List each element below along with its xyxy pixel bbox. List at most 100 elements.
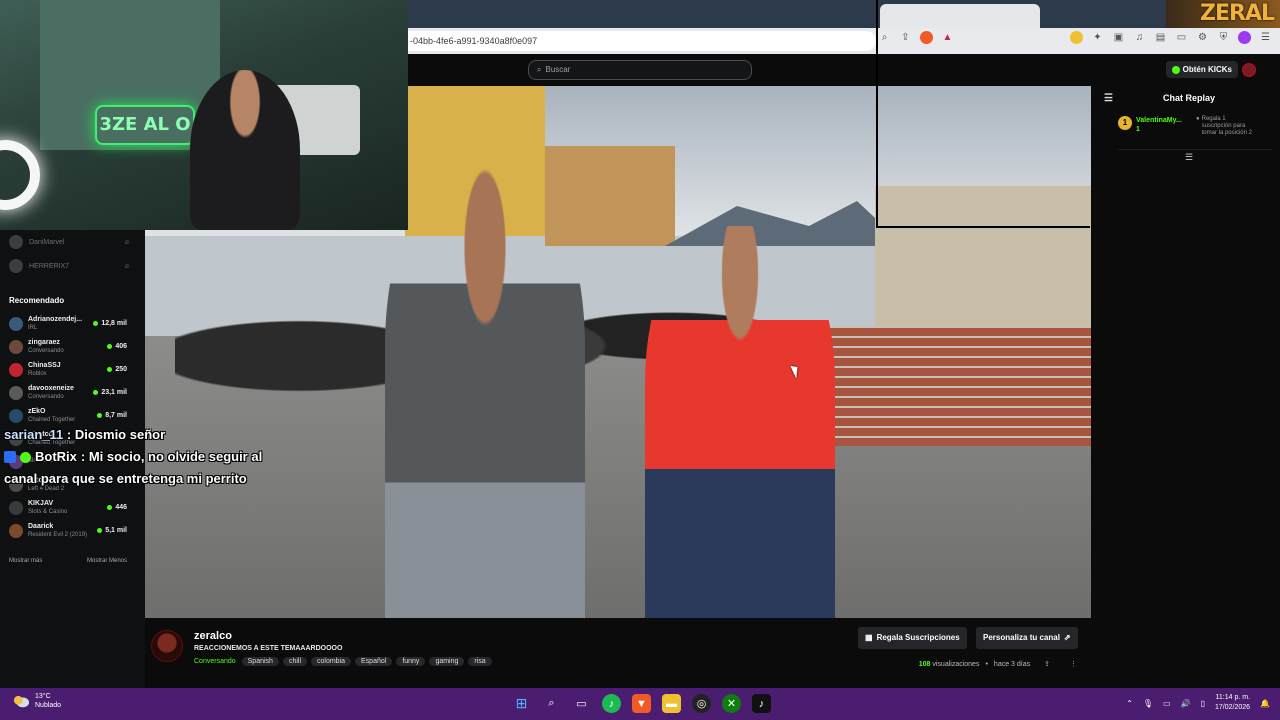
avatar (9, 500, 23, 515)
show-more-button[interactable]: Mostrar más (9, 558, 42, 564)
time-ago: hace 3 días (993, 660, 1031, 668)
avatar (9, 316, 23, 331)
sidebar-following-item[interactable]: DaniMarvel ⌀ (0, 230, 145, 254)
stream-tag[interactable]: Español (355, 657, 393, 666)
task-view-icon[interactable]: ▭ (572, 694, 591, 713)
viewer-count-value: 12,8 mil (101, 320, 127, 327)
weather-widget[interactable]: 13°C Nublado (12, 692, 61, 710)
avatar (9, 523, 23, 538)
customize-channel-button[interactable]: Personaliza tu canal ⇗ (976, 627, 1078, 649)
live-dot-icon (107, 505, 113, 510)
channel-name: davooxeneize (28, 384, 74, 392)
sidebar-item-recommended[interactable]: Adrianozendej... IRL 12,8 mil (0, 312, 145, 335)
sidebar-item-recommended[interactable]: KIKJAV Slots & Casino 446 (0, 496, 145, 519)
show-less-button[interactable]: Mostrar Menos (87, 558, 127, 564)
channel-name[interactable]: zeralco (194, 630, 232, 642)
get-kicks-label: Obtén KICKs (1182, 65, 1232, 74)
brand-logo-text: ZERAL (1200, 1, 1275, 26)
stream-tag[interactable]: colombia (311, 657, 352, 666)
microphone-icon[interactable]: 🎙 (1143, 699, 1153, 708)
chat-filter-icon[interactable]: ☰ (1098, 152, 1280, 163)
puzzle-icon[interactable]: ✦ (1091, 31, 1104, 44)
shield-icon[interactable]: ⛨ (1217, 31, 1230, 44)
bot-icon (4, 451, 16, 463)
taskbar-apps: ⊞ ⌕ ▭ ♪ ▼ ▬ ◎ ✕ ♪ (512, 694, 771, 713)
profile-icon[interactable] (1238, 31, 1251, 44)
tiktok-icon[interactable]: ♪ (752, 694, 771, 713)
channel-avatar[interactable] (151, 630, 183, 662)
more-options-icon[interactable]: ⋮ (1070, 660, 1077, 668)
battery-icon[interactable]: ▯ (1201, 699, 1205, 708)
chevron-up-icon[interactable]: ⌃ (1126, 699, 1133, 708)
viewer-count-value: 446 (115, 504, 127, 511)
gift-user-block: ValentinaMy... 1 (1136, 116, 1192, 149)
gift-username: ValentinaMy... (1136, 117, 1182, 124)
stream-tag[interactable]: chill (282, 657, 307, 666)
sidebar-item-recommended[interactable]: zingaraez Conversando 406 (0, 335, 145, 358)
media-icon[interactable]: ♫ (1133, 31, 1146, 44)
chat-message: : Mi socio, no olvide seguir al (80, 449, 263, 464)
sidebar-item-recommended[interactable]: ChinaSSJ Roblox 250 (0, 358, 145, 381)
brave-icon[interactable]: ▼ (632, 694, 651, 713)
browser-tabstrip (408, 0, 1280, 28)
menu-icon[interactable]: ☰ (1259, 31, 1272, 44)
channel-category: Resident Evil 2 (2019) (28, 531, 88, 538)
stream-tag[interactable]: risa (468, 657, 492, 666)
stream-tag[interactable]: gaming (429, 657, 465, 666)
avatar (9, 259, 23, 273)
spotify-icon[interactable]: ♪ (602, 694, 621, 713)
windows-start-icon[interactable]: ⊞ (512, 694, 531, 713)
kick-header: ⌕ Buscar Obtén KICKs (408, 54, 1280, 86)
network-icon[interactable]: ▭ (1163, 699, 1171, 708)
file-explorer-icon[interactable]: ▬ (662, 694, 681, 713)
live-dot-icon (97, 528, 103, 533)
chat-header: ☰ Chat Replay (1098, 86, 1280, 110)
external-link-icon: ⇗ (1063, 633, 1071, 642)
sidebar-following-item[interactable]: HERRERIX7 ⌀ (0, 254, 145, 278)
volume-icon[interactable]: 🔊 (1181, 699, 1191, 708)
gift-subs-label: Regala Suscripciones (876, 633, 960, 642)
search-icon[interactable]: ⌕ (542, 694, 561, 713)
clock[interactable]: 11:14 p. m. 17/02/2026 (1215, 693, 1250, 713)
weather-temp: 13°C (35, 693, 51, 700)
brand-logo: ZERAL (1166, 0, 1280, 28)
channel-category: Slots & Casino (28, 508, 68, 515)
stream-tag[interactable]: funny (396, 657, 426, 666)
obs-icon[interactable]: ◎ (692, 694, 711, 713)
views-row: 108 visualizaciones • hace 3 días ⇪ ⋮ (919, 660, 1077, 669)
video-person-woman (645, 226, 835, 618)
weather-cloud-icon (12, 694, 30, 708)
stream-tag[interactable]: Spanish (241, 657, 279, 666)
sidebar-item-recommended[interactable]: Daarick Resident Evil 2 (2019) 5,1 mil (0, 519, 145, 542)
channel-name: HERRERIX7 (29, 262, 70, 270)
search-input[interactable]: ⌕ Buscar (528, 60, 752, 80)
stream-category[interactable]: Conversando (194, 658, 236, 665)
wallet-icon[interactable]: ▭ (1175, 31, 1188, 44)
kicks-icon (1171, 65, 1180, 74)
gift-subs-button[interactable]: ▦ Regala Suscripciones (858, 627, 967, 649)
sidebar-item-recommended[interactable]: davooxeneize Conversando 23,1 mil (0, 381, 145, 404)
notification-bell-icon[interactable]: 🔔 (1260, 699, 1270, 708)
share-icon[interactable]: ⇪ (1044, 660, 1050, 668)
viewer-count: 5,1 mil (97, 527, 127, 534)
extension-icon[interactable]: ▣ (1112, 31, 1125, 44)
gift-leaderboard-item[interactable]: 1 ValentinaMy... 1 ● Regala 1 suscripció… (1118, 116, 1272, 150)
verified-icon (20, 451, 31, 463)
channel-name: zingaraez (28, 338, 60, 346)
xbox-icon[interactable]: ✕ (722, 694, 741, 713)
taskbar: 13°C Nublado ⊞ ⌕ ▭ ♪ ▼ ▬ ◎ ✕ ♪ ⌃ 🎙 ▭ 🔊 ▯… (0, 688, 1280, 720)
user-avatar[interactable] (1242, 63, 1256, 77)
gift-rank-badge: 1 (1118, 116, 1132, 130)
channel-text: zEkO Chained Together (28, 407, 92, 425)
get-kicks-button[interactable]: Obtén KICKs (1165, 61, 1238, 78)
sidebar-icon[interactable]: ▤ (1154, 31, 1167, 44)
channel-category: Conversando (28, 393, 64, 400)
tag-row: Conversando Spanish chill colombia Español f… (194, 657, 492, 666)
gift-count: 1 (1136, 126, 1140, 133)
channel-category: Roblox (28, 370, 47, 377)
avatar (9, 235, 23, 249)
collapse-chat-icon[interactable]: ☰ (1104, 93, 1113, 104)
url-field[interactable]: -04bb-4fe6-a991-9340a8f0e097 (408, 31, 876, 51)
vpn-icon[interactable]: ⚙ (1196, 31, 1209, 44)
gift-icon: ▦ (865, 633, 873, 642)
